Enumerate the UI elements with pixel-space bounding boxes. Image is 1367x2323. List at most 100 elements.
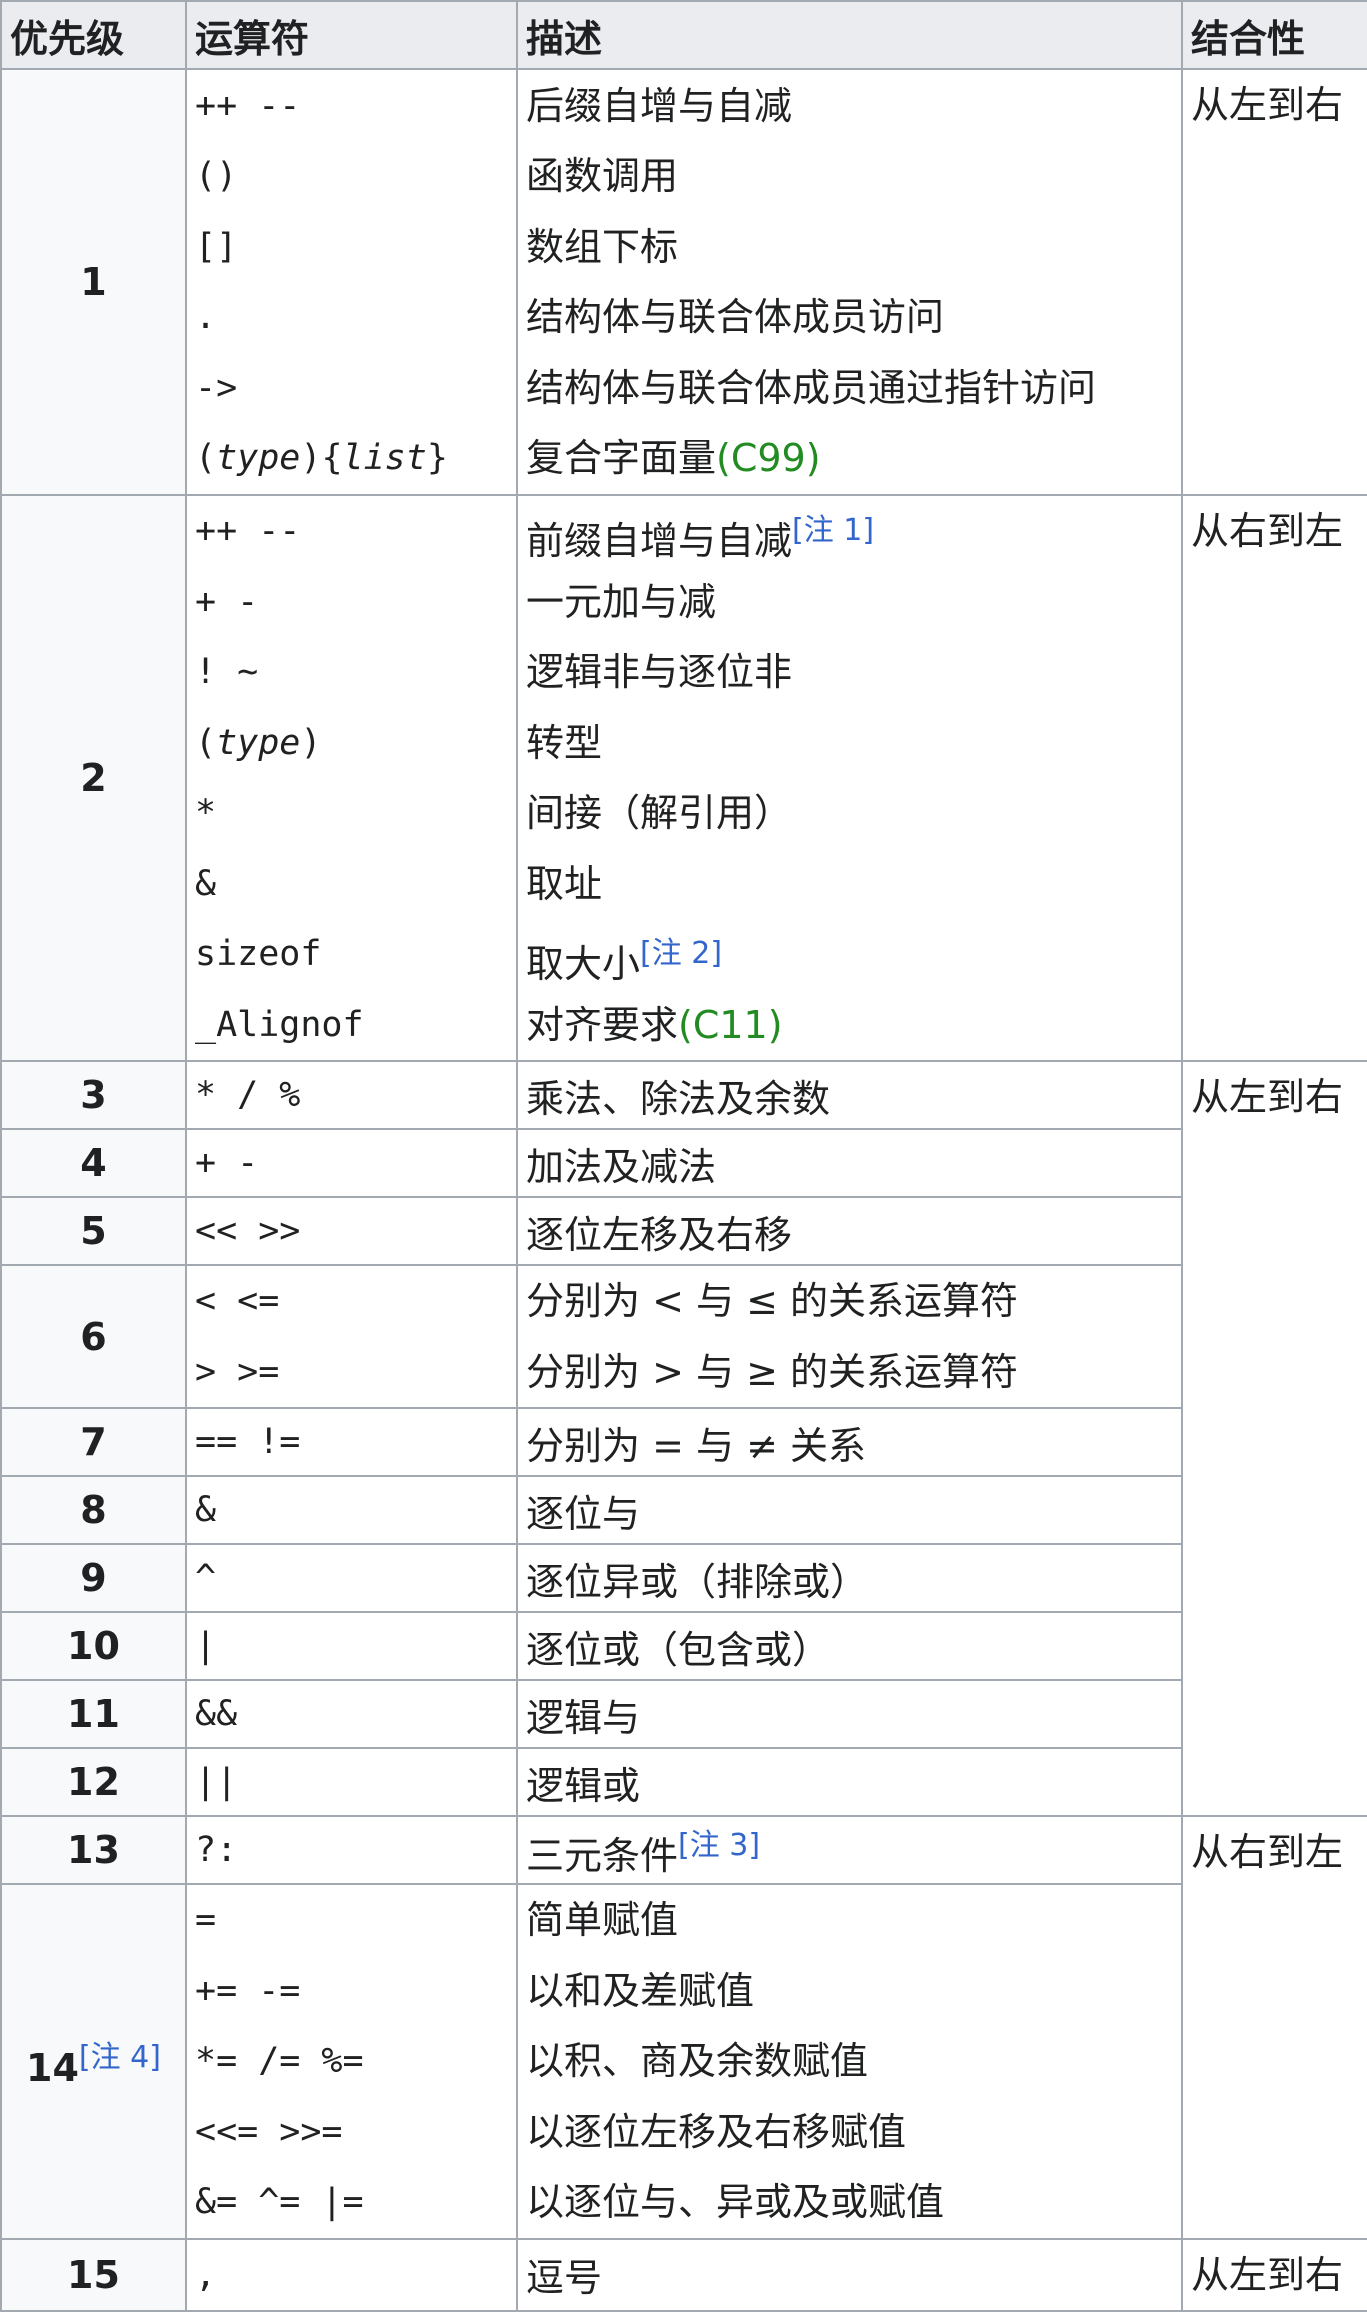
operator: ! ~ [195, 652, 259, 692]
operator: ?: [185, 1815, 518, 1885]
table-row: 4 + - 加法及减法 [0, 1128, 1367, 1198]
level-cell: 3 [0, 1060, 187, 1130]
table-row: 10 | 逐位或（包含或） [0, 1611, 1367, 1681]
description: 逻辑非与逐位非 [526, 650, 793, 694]
operator: || [185, 1747, 518, 1817]
description-line: 前缀自增与自减[注 1] [526, 497, 1173, 567]
description-line: 对齐要求(C11) [526, 990, 1173, 1060]
header-operator: 运算符 [185, 0, 518, 70]
description: 以和及差赋值 [526, 1968, 755, 2013]
op-type-placeholder: type [216, 438, 301, 478]
associativity-cell: 从右到左 [1181, 1815, 1367, 2240]
header-row: 优先级 运算符 描述 结合性 [0, 0, 1367, 70]
description: 前缀自增与自减 [526, 519, 793, 563]
operator-compound-literal: (type){list} [195, 423, 508, 493]
header-associativity: 结合性 [1181, 0, 1367, 70]
table-row: 8 & 逐位与 [0, 1475, 1367, 1545]
header-description: 描述 [516, 0, 1183, 70]
operator-cast: (type) [195, 722, 322, 763]
operator: -> [195, 367, 238, 408]
operator: * [195, 793, 217, 833]
op-paren-open: ( [195, 438, 217, 478]
level-cell: 8 [0, 1475, 187, 1545]
description: 分别为 > 与 ≥ 的关系运算符 [526, 1349, 1018, 1394]
description-line: 取大小[注 2] [526, 919, 1173, 990]
operator: < <= [195, 1281, 280, 1321]
table-row: 11 && 逻辑与 [0, 1679, 1367, 1749]
description-cell: 后缀自增与自减 函数调用 数组下标 结构体与联合体成员访问 结构体与联合体成员通… [516, 68, 1183, 496]
associativity-cell: 从左到右 [1181, 2237, 1367, 2312]
level-cell: 12 [0, 1747, 187, 1817]
level-cell: 10 [0, 1611, 187, 1681]
description: 取大小 [526, 942, 641, 986]
description: 后缀自增与自减 [526, 83, 793, 128]
operator: << >> [185, 1196, 518, 1266]
level-cell: 13 [0, 1815, 187, 1885]
associativity-cell: 从左到右 [1181, 1060, 1367, 1817]
description: 对齐要求 [526, 1002, 679, 1047]
operator: , [185, 2237, 518, 2312]
description: 逗号 [516, 2237, 1183, 2312]
footnote-link[interactable]: [注 1] [792, 513, 874, 548]
operator-cell: ++ -- () [] . -> (type){list} [185, 68, 518, 496]
description-line: 复合字面量(C99) [526, 423, 1173, 493]
description: 简单赋值 [526, 1898, 679, 1942]
op-list-placeholder: list [342, 438, 427, 478]
operator: & [185, 1475, 518, 1545]
footnote-link[interactable]: [注 3] [678, 1828, 760, 1863]
table-row: 2 ++ -- + - ! ~ (type) * & sizeof _Align… [0, 494, 1367, 1062]
level-cell: 5 [0, 1196, 187, 1266]
operator: += -= [195, 1970, 301, 2011]
description-cell: 三元条件[注 3] [516, 1815, 1183, 1885]
level-cell: 4 [0, 1128, 187, 1198]
description: 逐位左移及右移 [516, 1196, 1183, 1266]
description-cell: 分别为 < 与 ≤ 的关系运算符 分别为 > 与 ≥ 的关系运算符 [516, 1264, 1183, 1409]
operator: <<= >>= [195, 2111, 343, 2152]
operator: > >= [195, 1351, 280, 1392]
level-cell: 6 [0, 1264, 187, 1409]
header-level: 优先级 [0, 0, 187, 70]
table-row: 9 ^ 逐位异或（排除或） [0, 1543, 1367, 1613]
description: 分别为 = 与 ≠ 关系 [516, 1407, 1183, 1477]
table-row: 14[注 4] = += -= *= /= %= <<= >>= &= ^= |… [0, 1883, 1367, 2240]
description: 转型 [526, 720, 603, 765]
table-row: 3 * / % 乘法、除法及余数 从左到右 [0, 1060, 1367, 1817]
op-type-placeholder: type [216, 722, 301, 763]
operator: ++ -- [195, 85, 301, 126]
description: 一元加与减 [526, 579, 717, 624]
table-row: 6 < <= > >= 分别为 < 与 ≤ 的关系运算符 分别为 > 与 ≥ 的… [0, 1264, 1367, 1409]
description: 加法及减法 [516, 1128, 1183, 1198]
description: 函数调用 [526, 154, 679, 198]
table-row: 1 ++ -- () [] . -> (type){list} 后缀自增与自减 … [0, 68, 1367, 496]
description: 分别为 < 与 ≤ 的关系运算符 [526, 1279, 1018, 1323]
description: 以逐位左移及右移赋值 [526, 2109, 907, 2154]
table-row: 12 || 逻辑或 [0, 1747, 1367, 1817]
description-cell: 前缀自增与自减[注 1] 一元加与减 逻辑非与逐位非 转型 间接（解引用） 取址… [516, 494, 1183, 1062]
operator: . [195, 297, 217, 337]
footnote-link[interactable]: [注 4] [79, 2040, 161, 2075]
operator: + - [195, 581, 259, 622]
level-cell: 2 [0, 494, 187, 1062]
operator: ++ -- [195, 511, 301, 551]
description: 结构体与联合体成员通过指针访问 [526, 365, 1097, 410]
level-cell: 14[注 4] [0, 1883, 187, 2240]
description: 乘法、除法及余数 [516, 1060, 1183, 1130]
description: 逐位与 [516, 1475, 1183, 1545]
description: 结构体与联合体成员访问 [526, 295, 945, 339]
level-cell: 15 [0, 2237, 187, 2312]
footnote-link[interactable]: [注 2] [640, 936, 722, 971]
description: 逻辑或 [516, 1747, 1183, 1817]
operator: () [195, 156, 238, 196]
level-cell: 1 [0, 68, 187, 496]
operator: = [195, 1900, 217, 1940]
description: 以逐位与、异或及或赋值 [526, 2180, 945, 2224]
operator: ^ [185, 1543, 518, 1613]
description: 复合字面量 [526, 436, 717, 480]
level-cell: 11 [0, 1679, 187, 1749]
level-number: 14 [26, 2046, 79, 2091]
op-paren-close: ){ [300, 438, 343, 478]
operator: &= ^= |= [195, 2182, 364, 2222]
operator: _Alignof [195, 1004, 364, 1045]
description: 间接（解引用） [526, 791, 793, 835]
operator: + - [185, 1128, 518, 1198]
